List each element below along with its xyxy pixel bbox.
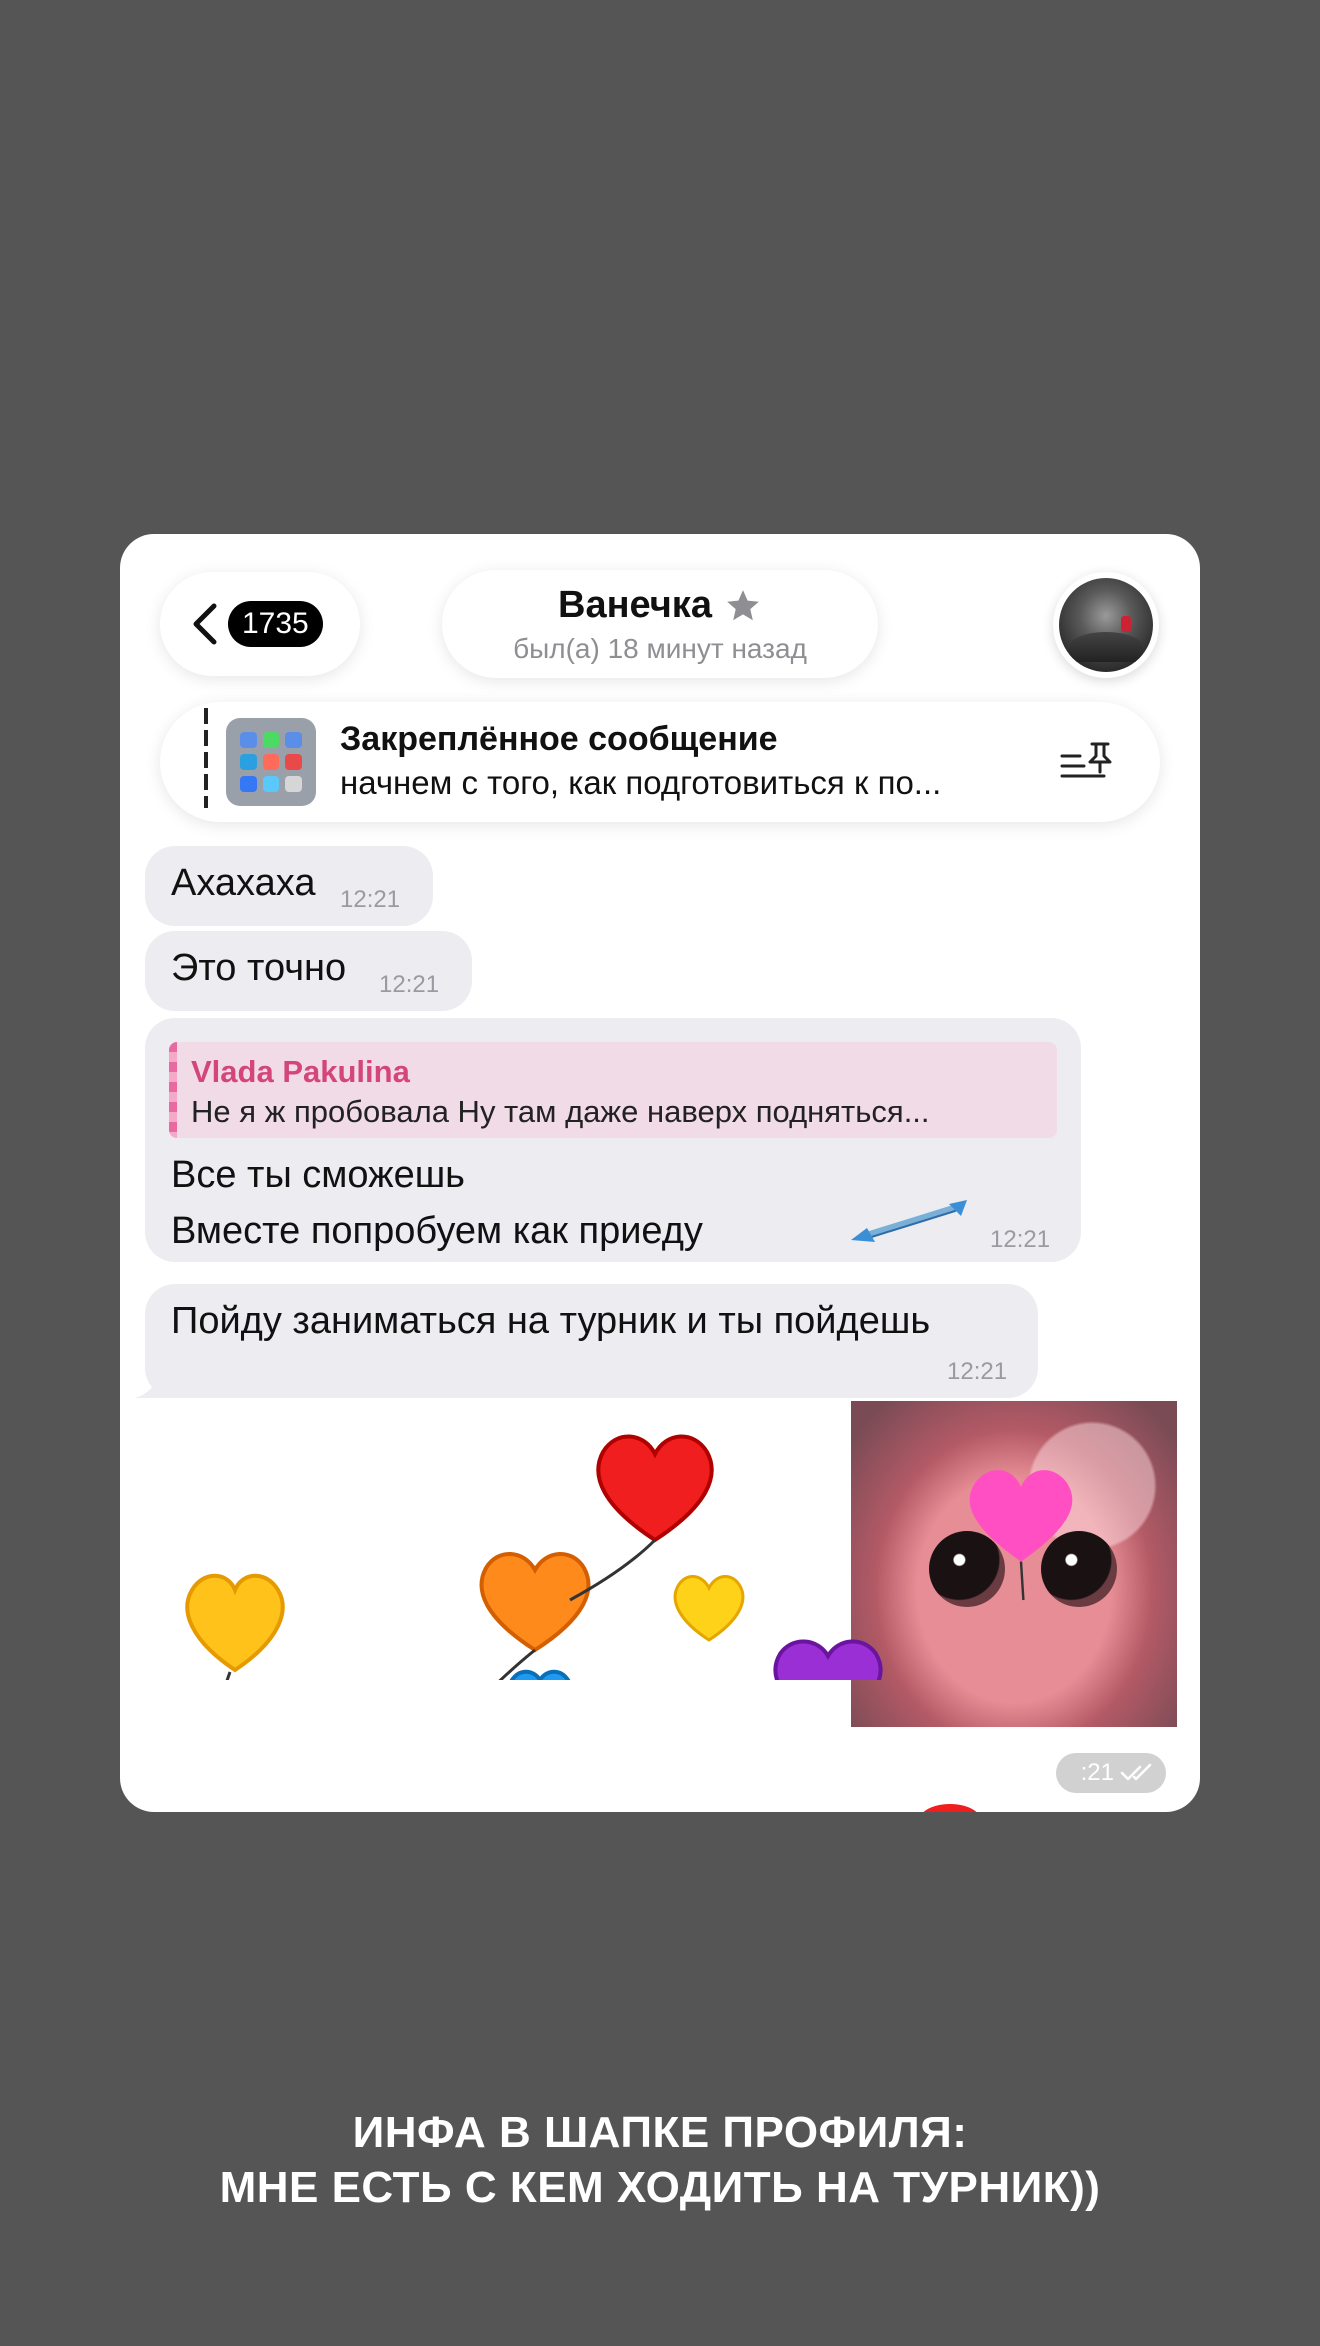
message-text: Пойду заниматься на турник и ты пойдешь: [171, 1300, 931, 1342]
chat-title-button[interactable]: Ванечка был(а) 18 минут назад: [442, 570, 878, 678]
message-text: Это точно: [171, 947, 347, 989]
pin-list-icon[interactable]: [1060, 740, 1116, 786]
message-text: Ахахаха: [171, 862, 316, 904]
message-time: 12:21: [947, 1358, 1008, 1385]
pinned-text: начнем с того, как подготовиться к по...: [340, 764, 942, 801]
reply-quote[interactable]: Vlada Pakulina Не я ж пробовала Ну там д…: [169, 1042, 1057, 1138]
pinned-title: Закреплённое сообщение: [340, 720, 778, 758]
chevron-left-icon: [193, 603, 217, 645]
arrow-emoji-icon: [851, 1200, 967, 1242]
message-time: 12:21: [340, 886, 401, 913]
bubble-tail: [134, 1370, 174, 1398]
sticker-time-pill: :21: [1056, 1753, 1166, 1793]
balloons-sticker[interactable]: [120, 1400, 1200, 1680]
message-bubble[interactable]: Ахахаха 12:21: [145, 846, 433, 926]
avatar[interactable]: [1053, 572, 1159, 678]
reply-message-bubble[interactable]: Vlada Pakulina Не я ж пробовала Ну там д…: [145, 1018, 1081, 1262]
message-bubble[interactable]: Это точно 12:21: [145, 931, 472, 1011]
chat-name: Ванечка: [558, 584, 712, 626]
reply-author: Vlada Pakulina: [191, 1054, 410, 1089]
story-caption-line1: ИНФА В ШАПКЕ ПРОФИЛЯ:: [352, 2108, 968, 2157]
pinned-message-bar[interactable]: Закреплённое сообщение начнем с того, ка…: [160, 702, 1160, 822]
message-text-line: Вместе попробуем как приеду: [171, 1210, 703, 1252]
reply-accent-bar: [169, 1042, 177, 1138]
pinned-indicator: [204, 708, 208, 808]
message-bubble[interactable]: Пойду заниматься на турник и ты пойдешь …: [145, 1284, 1038, 1398]
chat-screenshot: 1735 Ванечка был(а) 18 минут назад Закре…: [120, 534, 1200, 1812]
star-icon: [727, 589, 759, 620]
pinned-thumbnail: [226, 718, 316, 806]
red-balloon-partial: [923, 1804, 977, 1812]
message-text-line: Все ты сможешь: [171, 1154, 465, 1196]
chat-status: был(а) 18 минут назад: [513, 633, 807, 664]
unread-count-badge: 1735: [228, 601, 323, 647]
double-check-icon: [1120, 1763, 1152, 1781]
story-caption-line2: МНЕ ЕСТЬ С КЕМ ХОДИТЬ НА ТУРНИК)): [219, 2163, 1101, 2212]
message-time: 12:21: [379, 971, 440, 998]
message-time: 12:21: [990, 1226, 1051, 1253]
back-button[interactable]: 1735: [160, 572, 360, 676]
reply-text: Не я ж пробовала Ну там даже наверх подн…: [191, 1094, 930, 1129]
sticker-time: :21: [1080, 1759, 1114, 1786]
